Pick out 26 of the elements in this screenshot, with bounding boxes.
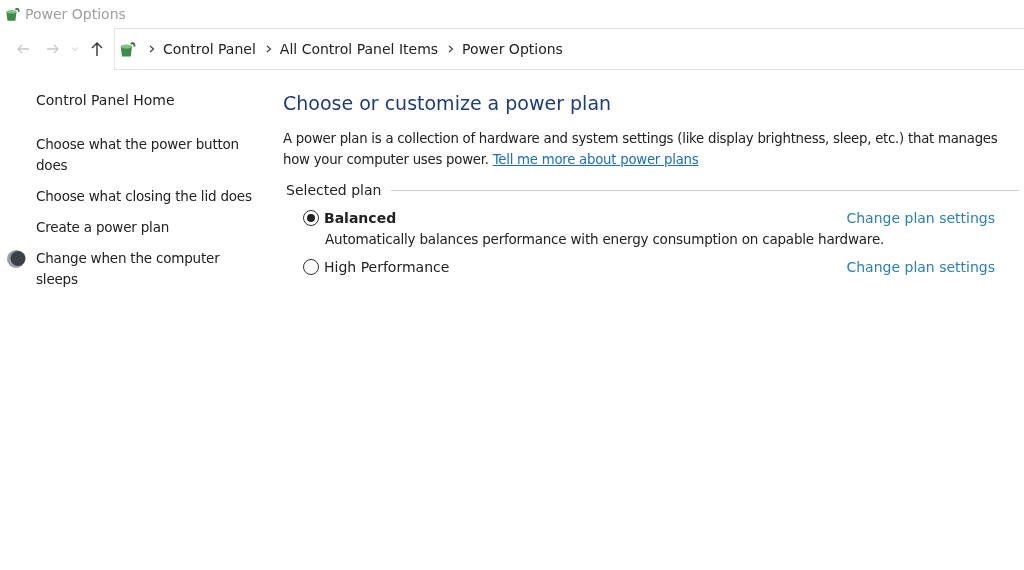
sidebar-link[interactable]: Create a power plan bbox=[36, 217, 254, 238]
page-heading: Choose or customize a power plan bbox=[283, 91, 613, 116]
breadcrumb-item[interactable]: Power Options bbox=[462, 41, 563, 57]
plan-name: High Performance bbox=[324, 259, 451, 275]
help-link[interactable]: Tell me more about power plans bbox=[492, 152, 699, 167]
window-title: Power Options bbox=[25, 6, 126, 22]
group-label: Selected plan bbox=[286, 182, 382, 198]
power-options-icon bbox=[3, 5, 21, 23]
change-plan-link[interactable]: Change plan settings bbox=[846, 259, 995, 275]
plan-description: Automatically balances performance with energy consumption on capable hardware. bbox=[324, 231, 886, 247]
moon-icon bbox=[6, 249, 26, 269]
chevron-icon bbox=[265, 45, 272, 53]
chevron-icon bbox=[448, 45, 455, 53]
plan-name: Balanced bbox=[324, 210, 398, 226]
caret-icon bbox=[71, 45, 79, 53]
breadcrumb-item[interactable]: Control Panel bbox=[163, 41, 256, 57]
breadcrumb-item[interactable]: All Control Panel Items bbox=[279, 41, 439, 57]
sidebar-link[interactable]: Control Panel Home bbox=[36, 90, 256, 110]
sidebar-link[interactable]: Choose what closing the lid does bbox=[36, 186, 254, 207]
change-plan-link[interactable]: Change plan settings bbox=[846, 210, 995, 226]
sidebar-link[interactable]: Choose what the power button does bbox=[36, 134, 254, 176]
sidebar-link[interactable]: Change when the computer sleeps bbox=[36, 248, 254, 290]
intro-text: A power plan is a collection of hardware and system settings (like display brightness, sleep, etc.) that manages how your computer uses power. Tell me more about power plans bbox=[283, 130, 999, 169]
up-arrow-icon bbox=[89, 41, 105, 57]
chevron-icon bbox=[149, 45, 155, 53]
address-bar[interactable]: Control Panel All Control Panel Items Power Options bbox=[114, 28, 1024, 70]
